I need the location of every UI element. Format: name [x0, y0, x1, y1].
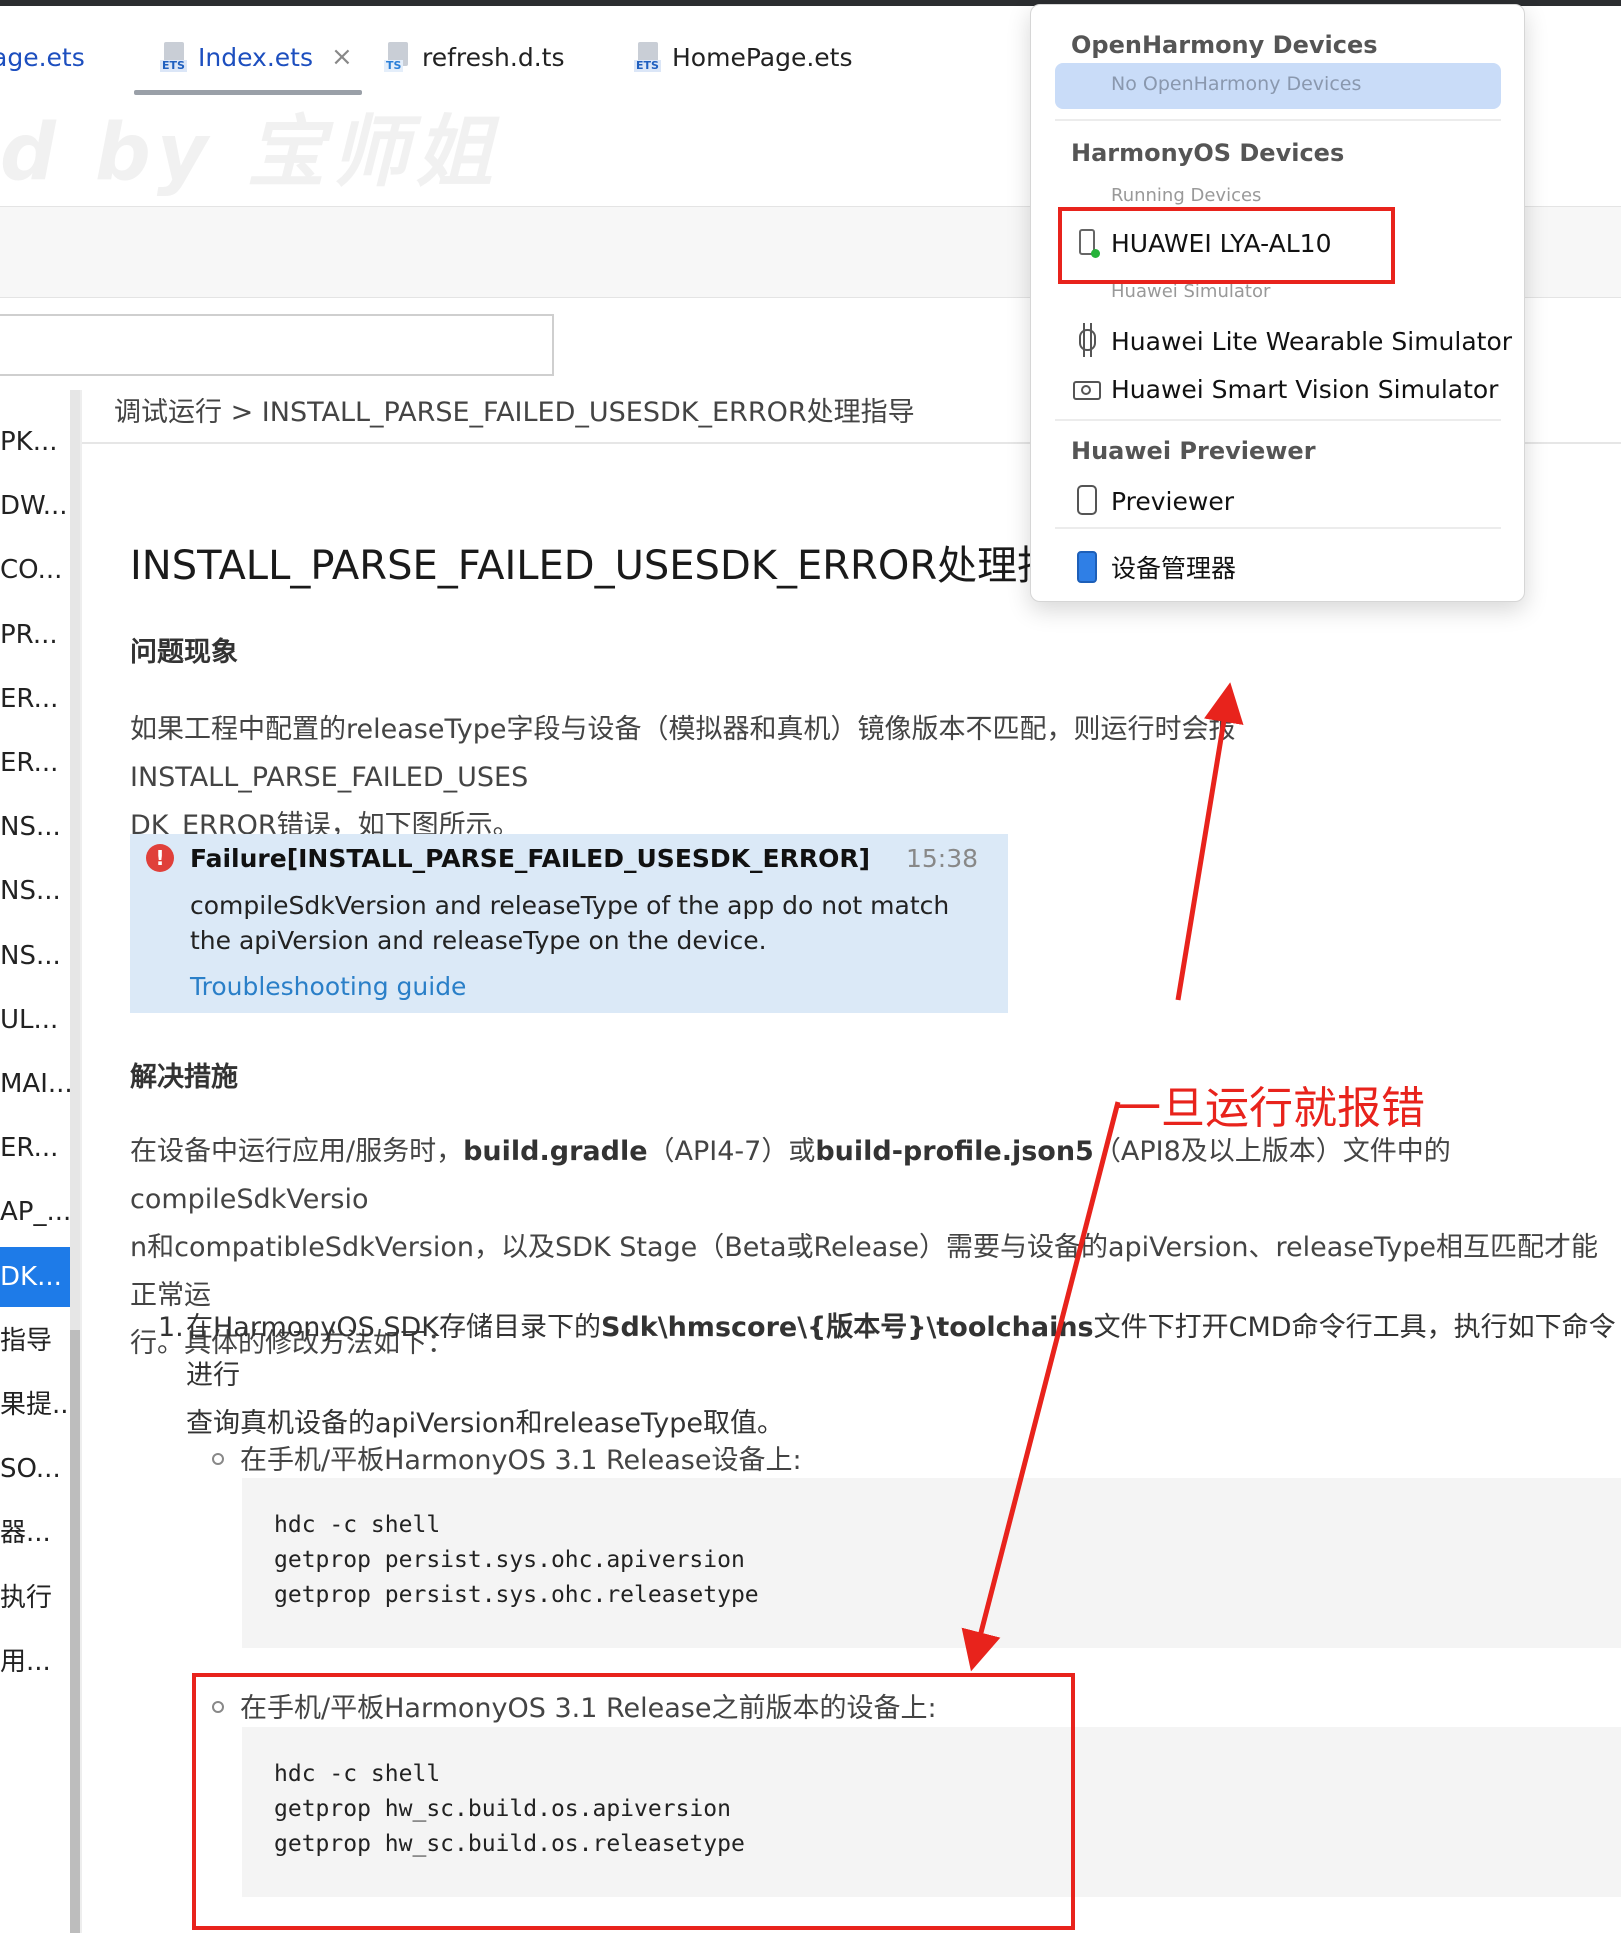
- error-screenshot: ! Failure[INSTALL_PARSE_FAILED_USESDK_ER…: [130, 834, 1008, 1013]
- code-block-3-1[interactable]: hdc -c shell getprop persist.sys.ohc.api…: [242, 1478, 1621, 1648]
- ts-file-icon: TS: [384, 42, 412, 72]
- list-text: 在HarmonyOS SDK存储目录下的Sdk\hmscore\{版本号}\to…: [186, 1312, 1616, 1391]
- list-item-step-1: 1. 在HarmonyOS SDK存储目录下的Sdk\hmscore\{版本号}…: [158, 1304, 1618, 1448]
- huawei-simulator-caption: Huawei Simulator: [1111, 281, 1271, 302]
- breadcrumb[interactable]: 调试运行 > INSTALL_PARSE_FAILED_USESDK_ERROR…: [114, 390, 915, 429]
- list-number: 1.: [158, 1312, 184, 1343]
- sidebar-item[interactable]: PR...: [0, 605, 70, 665]
- device-selector-dropdown: OpenHarmony Devices No OpenHarmony Devic…: [1030, 4, 1525, 602]
- symptom-paragraph: 如果工程中配置的releaseType字段与设备（模拟器和真机）镜像版本不匹配，…: [130, 706, 1620, 850]
- empty-label: No OpenHarmony Devices: [1111, 73, 1362, 95]
- sidebar-item[interactable]: ER...: [0, 669, 70, 729]
- error-title: Failure[INSTALL_PARSE_FAILED_USESDK_ERRO…: [190, 844, 871, 873]
- sidebar-item[interactable]: 器...: [0, 1503, 70, 1563]
- annotation-text: 一旦运行就报错: [1117, 1083, 1425, 1134]
- code-line: hdc -c shell: [274, 1512, 441, 1538]
- device-label: Previewer: [1111, 486, 1234, 516]
- tab-label: age.ets: [0, 42, 85, 72]
- error-timestamp: 15:38: [905, 844, 978, 873]
- tab-homepage-ets[interactable]: ETS HomePage.ets: [634, 34, 853, 80]
- sidebar-item[interactable]: 执行: [0, 1568, 70, 1628]
- bullet-circle-icon: [212, 1452, 224, 1465]
- sidebar-divider: [80, 390, 82, 1933]
- error-icon: !: [146, 844, 174, 872]
- ets-file-icon: ETS: [160, 42, 188, 72]
- device-previewer[interactable]: Previewer: [1071, 481, 1234, 521]
- sub-list-item-3-1: 在手机/平板HarmonyOS 3.1 Release设备上:: [212, 1438, 802, 1477]
- sidebar-item[interactable]: DW...: [0, 476, 70, 536]
- device-label: Huawei Smart Vision Simulator: [1111, 374, 1499, 404]
- tab-homepage-partial[interactable]: age.ets: [0, 34, 85, 80]
- sidebar-item[interactable]: DK...: [0, 1247, 70, 1307]
- tab-label: refresh.d.ts: [422, 42, 565, 72]
- sub-list-label: 在手机/平板HarmonyOS 3.1 Release设备上:: [240, 1445, 802, 1476]
- code-line: getprop persist.sys.ohc.apiversion: [274, 1547, 745, 1573]
- group-huawei-previewer: Huawei Previewer: [1071, 437, 1316, 465]
- sidebar-scrollbar[interactable]: [70, 390, 80, 1933]
- sidebar-item[interactable]: 果提...: [0, 1375, 70, 1435]
- running-devices-caption: Running Devices: [1111, 185, 1262, 206]
- error-message: compileSdkVersion and releaseType of the…: [190, 891, 950, 955]
- close-icon[interactable]: ×: [331, 42, 353, 72]
- no-openharmony-devices-row[interactable]: No OpenHarmony Devices: [1055, 63, 1501, 109]
- watch-icon: [1071, 323, 1101, 359]
- device-manager-icon: [1071, 549, 1101, 585]
- tab-index-ets[interactable]: ETS Index.ets ×: [160, 34, 353, 80]
- paragraph-line: 如果工程中配置的releaseType字段与设备（模拟器和真机）镜像版本不匹配，…: [130, 714, 1236, 793]
- sidebar-item[interactable]: PK...: [0, 412, 70, 472]
- sidebar-item[interactable]: 用...: [0, 1632, 70, 1692]
- sidebar-item[interactable]: UL...: [0, 990, 70, 1050]
- previewer-phone-icon: [1071, 483, 1101, 519]
- section-heading-solution: 解决措施: [130, 1062, 238, 1093]
- sidebar-item[interactable]: NS...: [0, 797, 70, 857]
- tab-refresh-d-ts[interactable]: TS refresh.d.ts: [384, 34, 564, 80]
- sidebar-item[interactable]: 指导: [0, 1311, 70, 1371]
- ets-file-icon: ETS: [634, 42, 662, 72]
- sidebar-item[interactable]: SO...: [0, 1439, 70, 1499]
- device-manager-item[interactable]: 设备管理器: [1071, 547, 1236, 587]
- group-harmonyos-devices: HarmonyOS Devices: [1071, 139, 1345, 167]
- device-lite-wearable-simulator[interactable]: Huawei Lite Wearable Simulator: [1071, 321, 1512, 361]
- group-openharmony-devices: OpenHarmony Devices: [1071, 31, 1378, 59]
- sidebar-item[interactable]: AP_...: [0, 1182, 70, 1242]
- doc-sidebar: PK... DW... CO... PR... ER... ER... NS... NS...…: [0, 390, 70, 1933]
- group-divider: [1055, 419, 1501, 421]
- device-smart-vision-simulator[interactable]: Huawei Smart Vision Simulator: [1071, 369, 1498, 409]
- troubleshooting-link[interactable]: Troubleshooting guide: [190, 972, 466, 1001]
- page-title: INSTALL_PARSE_FAILED_USESDK_ERROR处理指导: [130, 543, 1098, 589]
- watermark: d by 宝师姐: [0, 108, 499, 198]
- sidebar-item[interactable]: ER...: [0, 1118, 70, 1178]
- highlight-box-code: [192, 1673, 1075, 1930]
- sidebar-item[interactable]: NS...: [0, 926, 70, 986]
- highlight-box-device: [1058, 207, 1395, 284]
- sidebar-item[interactable]: NS...: [0, 861, 70, 921]
- tab-label: Index.ets: [198, 42, 313, 72]
- device-label: 设备管理器: [1111, 554, 1237, 583]
- code-line: getprop persist.sys.ohc.releasetype: [274, 1582, 759, 1608]
- tab-label: HomePage.ets: [672, 42, 853, 72]
- search-input[interactable]: [0, 314, 554, 376]
- group-divider: [1055, 119, 1501, 121]
- sidebar-item[interactable]: ER...: [0, 733, 70, 793]
- paragraph-line: 在设备中运行应用/服务时，build.gradle（API4-7）或build-…: [130, 1136, 1451, 1215]
- device-label: Huawei Lite Wearable Simulator: [1111, 326, 1513, 356]
- camera-icon: [1071, 371, 1101, 407]
- sidebar-item[interactable]: CO...: [0, 540, 70, 600]
- scrollbar-thumb[interactable]: [70, 1330, 80, 1933]
- sidebar-item[interactable]: MAI...: [0, 1054, 70, 1114]
- group-divider: [1055, 527, 1501, 529]
- section-heading-symptom: 问题现象: [130, 637, 238, 668]
